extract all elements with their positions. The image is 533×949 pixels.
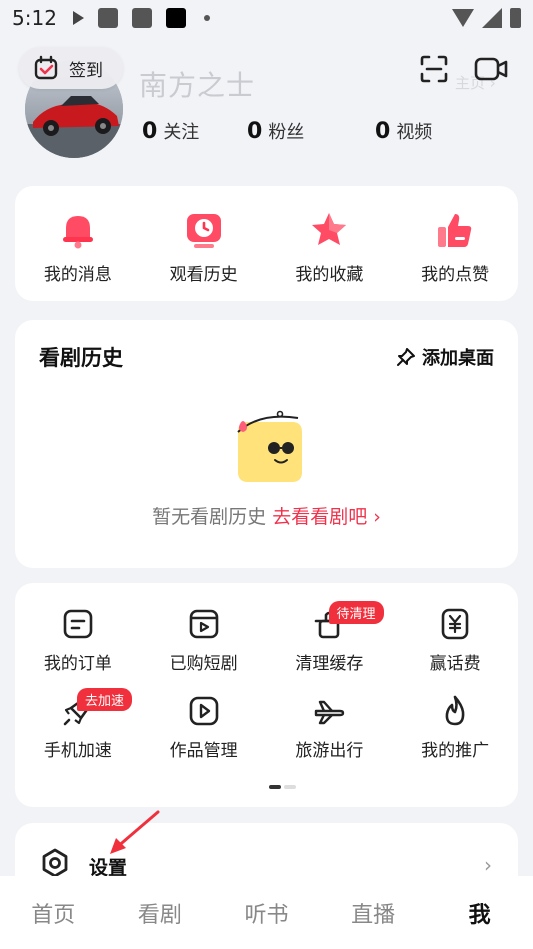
notification-icon (131, 8, 152, 28)
status-bar: 5:12 (0, 0, 533, 36)
clear-cache-label: 清理缓存 (295, 654, 364, 674)
clock: 5:12 (12, 6, 57, 30)
flame-icon (445, 695, 465, 726)
drama-history-title: 看剧历史 (39, 346, 123, 370)
videos-stat[interactable]: 0 视频 (375, 118, 432, 144)
notification-icon (165, 8, 186, 28)
notification-icon (97, 8, 118, 28)
my-promotion-button[interactable]: 我的推广 (392, 694, 518, 761)
yen-icon (441, 608, 469, 640)
more-notifications-icon (203, 15, 210, 21)
followers-label: 粉丝 (268, 122, 305, 143)
phone-boost-button[interactable]: 手机加速 去加速 (15, 688, 141, 761)
video-camera-icon[interactable] (474, 55, 508, 83)
my-orders-label: 我的订单 (43, 654, 112, 674)
nav-audiobooks[interactable]: 听书 (221, 897, 311, 929)
watch-history-button[interactable]: 观看历史 (149, 210, 259, 285)
quick-actions-card: 我的消息 观看历史 我的收藏 我的点赞 (15, 186, 518, 301)
chevron-right-icon: › (484, 853, 492, 877)
videos-count: 0 (375, 119, 391, 144)
thumbs-up-icon (438, 214, 472, 247)
bell-icon (62, 216, 93, 249)
followers-count: 0 (247, 119, 263, 144)
purchased-drama-label: 已购短剧 (169, 654, 238, 674)
drama-history-card: 看剧历史 添加桌面 暂无看剧历史 去看看剧吧 › (15, 320, 518, 568)
checkin-button[interactable]: 签到 (19, 47, 123, 89)
pending-clean-badge: 待清理 (328, 601, 384, 624)
calendar-check-icon (34, 55, 58, 80)
my-promotion-label: 我的推广 (421, 741, 490, 761)
works-icon (189, 696, 218, 726)
add-to-desktop-label: 添加桌面 (422, 348, 494, 369)
go-watch-link[interactable]: 去看看剧吧 › (272, 506, 381, 528)
nav-live[interactable]: 直播 (328, 897, 418, 929)
my-favorites-label: 我的收藏 (295, 265, 364, 285)
add-to-desktop-button[interactable]: 添加桌面 (396, 344, 494, 370)
settings-gear-icon (42, 848, 68, 878)
pin-icon (397, 348, 415, 366)
signal-icon (482, 8, 502, 28)
page-indicator (269, 785, 296, 789)
page-dot (284, 785, 296, 789)
order-icon (63, 609, 93, 639)
works-management-button[interactable]: 作品管理 (141, 694, 267, 761)
following-label: 关注 (163, 122, 200, 143)
watch-history-label: 观看历史 (169, 265, 238, 285)
travel-label: 旅游出行 (295, 741, 364, 761)
empty-history-message: 暂无看剧历史 去看看剧吧 › (15, 502, 518, 529)
win-phone-credit-label: 赢话费 (429, 654, 481, 674)
boost-badge: 去加速 (77, 688, 133, 711)
empty-state-illustration (237, 410, 302, 482)
videos-label: 视频 (396, 122, 433, 143)
bottom-nav: 首页 看剧 听书 直播 我 (0, 876, 533, 949)
my-likes-button[interactable]: 我的点赞 (400, 210, 510, 285)
star-icon (312, 213, 347, 245)
clear-cache-button[interactable]: 清理缓存 待清理 (267, 601, 393, 674)
tools-card: 我的订单 已购短剧 清理缓存 待清理 赢话费 手机加速 去加速 作品管理 旅游出… (15, 583, 518, 807)
purchased-drama-icon (189, 609, 218, 639)
my-messages-label: 我的消息 (43, 265, 112, 285)
profile-stats: 0 关注 0 粉丝 0 视频 (0, 118, 533, 146)
following-count: 0 (142, 119, 158, 144)
empty-history-text: 暂无看剧历史 (152, 506, 267, 528)
username[interactable]: 南方之士 (139, 64, 255, 104)
win-phone-credit-button[interactable]: 赢话费 (392, 607, 518, 674)
purchased-drama-button[interactable]: 已购短剧 (141, 607, 267, 674)
followers-stat[interactable]: 0 粉丝 (247, 118, 304, 144)
scan-icon[interactable] (420, 55, 448, 83)
following-stat[interactable]: 0 关注 (142, 118, 199, 144)
page-dot-active (269, 785, 281, 789)
my-favorites-button[interactable]: 我的收藏 (274, 210, 384, 285)
nav-me[interactable]: 我 (435, 897, 525, 929)
nav-home[interactable]: 首页 (8, 897, 98, 929)
my-likes-label: 我的点赞 (421, 265, 490, 285)
history-clock-icon (186, 214, 221, 248)
annotation-arrow-icon (110, 810, 160, 854)
battery-icon (510, 8, 521, 28)
my-messages-button[interactable]: 我的消息 (23, 210, 133, 285)
my-orders-button[interactable]: 我的订单 (15, 607, 141, 674)
works-management-label: 作品管理 (169, 741, 238, 761)
play-icon (72, 11, 84, 25)
checkin-label: 签到 (69, 60, 103, 81)
travel-button[interactable]: 旅游出行 (267, 694, 393, 761)
nav-drama[interactable]: 看剧 (115, 897, 205, 929)
airplane-icon (315, 700, 345, 725)
wifi-icon (452, 9, 474, 27)
phone-boost-label: 手机加速 (43, 741, 112, 761)
